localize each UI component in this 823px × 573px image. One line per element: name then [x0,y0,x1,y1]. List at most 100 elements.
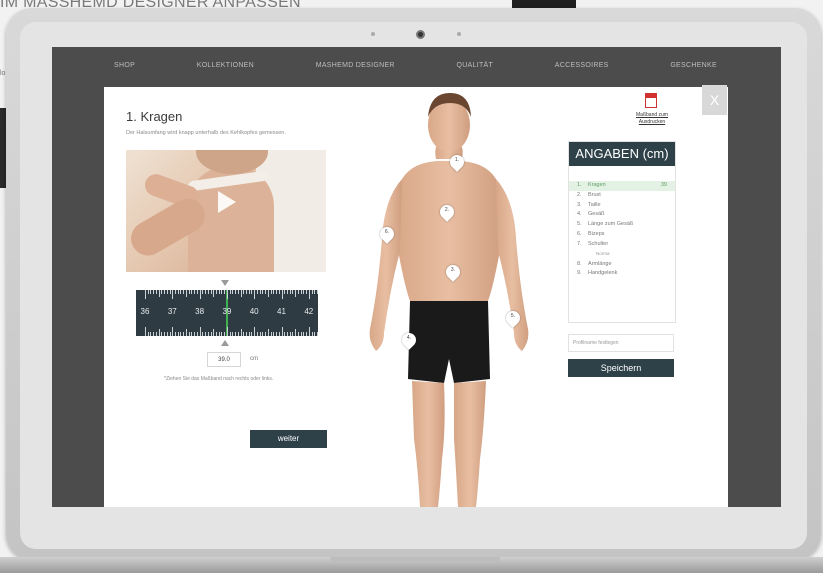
ruler-tick [169,332,171,336]
measure-pin-waist[interactable]: 3. [443,262,463,283]
panel-title: ANGABEN (cm) [569,142,675,166]
measurement-item[interactable]: 9. Handgelenk [569,269,675,279]
ruler-tick [265,332,267,336]
laptop-screen: SHOP KOLLEKTIONEN MASHEMD DESIGNER QUALI… [52,47,781,507]
nav-item-qualitaet[interactable]: QUALITÄT [456,62,493,69]
measure-pin-biceps[interactable]: 6. [377,224,397,245]
ruler-tick [191,332,193,336]
pdf-icon[interactable] [645,93,657,108]
nav-item-designer[interactable]: MASHEMD DESIGNER [316,62,395,69]
ruler-tick [254,290,256,299]
ruler-tick [175,332,177,336]
ruler-tick [194,290,196,294]
ruler-tick [292,290,294,294]
nav-item-kollektionen[interactable]: KOLLEKTIONEN [197,62,254,69]
profile-name-input[interactable]: Profilname festlegen [568,334,674,352]
play-icon[interactable] [218,191,236,213]
ruler-tick [240,329,242,336]
measurement-item[interactable]: 6. Bizeps [569,230,675,240]
ruler-tick [278,290,280,294]
ruler-tick [265,290,267,294]
measure-pin-wrist[interactable]: 5. [503,308,523,329]
save-button[interactable]: Speichern [568,359,674,377]
ruler-tick [251,290,253,294]
ruler-number: 37 [167,307,177,316]
instruction-video[interactable] [126,150,326,272]
measure-pin-hip[interactable]: 4. [399,330,419,351]
ruler-tick [150,290,152,294]
ruler-tick [276,332,278,336]
collar-value-input[interactable]: 39.0 [207,352,241,367]
ruler-tick [278,332,280,336]
ruler-tick [284,290,286,294]
ruler-tick [210,290,212,294]
ruler-tick [292,332,294,336]
model-figure [369,93,529,507]
nav-item-shop[interactable]: SHOP [114,62,135,69]
tape-measure-slider[interactable]: 36 37 38 39 40 41 42 [136,290,318,336]
next-button[interactable]: weiter [250,430,327,448]
ruler-tick [259,290,261,294]
ruler-tick [180,332,182,336]
ruler-tick [273,290,275,294]
ruler-tick [259,332,261,336]
measurement-list: 1. Kragen 39 2. Brust 3. Taille 4. Gesäß 5. Länge … [569,181,675,279]
ruler-tick [232,290,234,294]
ruler-tick [262,332,264,336]
ruler-tick [150,332,152,336]
ruler-tick [226,290,228,299]
ruler-tick [248,290,250,294]
nav-item-accessoires[interactable]: ACCESSOIRES [555,62,609,69]
ruler-tick [207,290,209,294]
camera-icon [416,30,425,39]
measurement-item[interactable]: 4. Gesäß [569,210,675,220]
ruler-tick [215,290,217,294]
ruler-tick [229,290,231,294]
print-tape-link[interactable]: Maßband zum Ausdrucken [626,112,678,126]
ruler-tick [316,290,318,294]
step-title: 1. Kragen [126,109,183,124]
measurement-item[interactable]: 2. Brust [569,191,675,201]
laptop-notch [330,557,500,563]
ruler-tick [145,327,146,336]
ruler-tick [188,332,190,336]
ruler-tick [235,332,237,336]
nav-item-geschenke[interactable]: GESCHENKE [670,62,717,69]
measurement-item[interactable]: 3. Taille [569,201,675,211]
ruler-tick [308,290,310,299]
ruler-tick [221,332,223,336]
ruler-tick [232,332,234,336]
ruler-tick [202,290,204,294]
sensor-dot [457,32,461,36]
ruler-tick [205,290,207,294]
ruler-tick [303,290,305,294]
ruler-tick [172,327,174,336]
measurement-item[interactable]: 7. Schulter [569,240,675,250]
ruler-tick [281,327,283,336]
ruler-tick [229,332,231,336]
measure-pin-collar[interactable]: 1. [447,152,467,173]
drag-hint: *Ziehen Sie das Maßband nach rechts oder… [164,376,274,382]
ruler-tick [306,290,308,294]
measurement-item[interactable]: 1. Kragen 39 [569,181,675,191]
ruler-tick [147,290,149,294]
ruler-tick [276,290,278,294]
ruler-tick [235,290,237,294]
ruler-tick [194,332,196,336]
measure-pin-chest[interactable]: 2. [437,202,457,223]
ruler-tick [270,290,272,294]
ruler-tick [262,290,264,294]
ruler-tick [185,290,187,297]
ruler-tick [267,329,269,336]
main-nav: SHOP KOLLEKTIONEN MASHEMD DESIGNER QUALI… [52,47,781,83]
measurement-modal: 1. Kragen Der Halsumfang wird knapp unte… [104,87,728,507]
measurement-item[interactable]: 5. Länge zum Gesäß [569,220,675,230]
ruler-tick [210,332,212,336]
ruler-tick [226,327,228,336]
measurement-subvalue: Norma [596,250,610,256]
ruler-tick [164,290,166,294]
ruler-tick [224,332,226,336]
close-button[interactable]: X [702,85,727,115]
ruler-number: 42 [304,307,314,316]
measurement-item[interactable]: 8. Armlänge [569,260,675,270]
